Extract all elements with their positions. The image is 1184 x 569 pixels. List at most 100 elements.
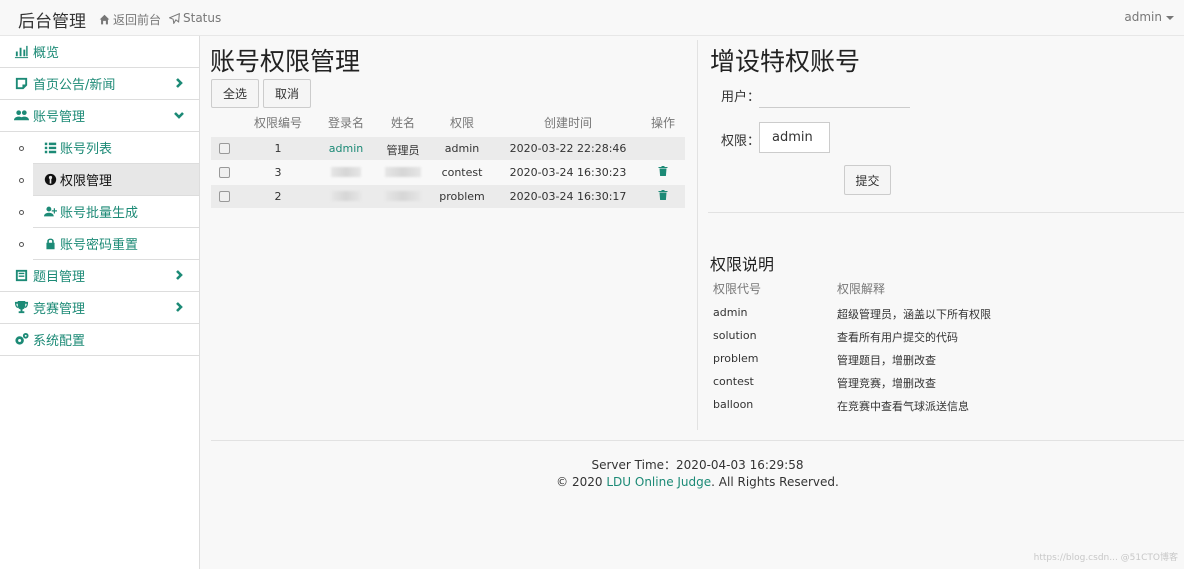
list-icon xyxy=(13,268,29,284)
column-header: 创建时间 xyxy=(543,116,593,130)
row-checkbox[interactable] xyxy=(219,143,230,154)
perm-table-row: admin 超级管理员，涵盖以下所有权限 xyxy=(713,306,1173,329)
home-icon xyxy=(99,14,110,25)
bar-chart-icon xyxy=(13,44,29,60)
sidebar-item-news[interactable]: 首页公告/新闻 xyxy=(0,68,199,100)
permission-field-label: 权限： xyxy=(721,134,761,149)
perm-table-header: 权限代号 权限解释 xyxy=(713,280,1173,303)
top-navbar: 后台管理 返回前台 Status admin xyxy=(0,0,1184,36)
brand-title[interactable]: 后台管理 xyxy=(18,7,86,32)
perm-table-row: problem 管理题目，增删改查 xyxy=(713,352,1173,375)
chevron-right-icon xyxy=(173,77,185,89)
lock-icon xyxy=(46,238,55,250)
sidebar-item-settings[interactable]: 系统配置 xyxy=(0,324,199,356)
oj-name-link[interactable]: LDU Online Judge xyxy=(606,475,711,489)
sidebar-subitem-permissions[interactable]: 权限管理 xyxy=(0,164,199,196)
perm-table-row: balloon 在竞赛中查看气球派送信息 xyxy=(713,398,1173,421)
permission-description-title: 权限说明 xyxy=(710,255,775,274)
user-field-label: 用户： xyxy=(721,90,761,105)
row-name: 管理员 xyxy=(386,144,420,157)
table-row: 1 admin 管理员 admin 2020-03-22 22:28:46 xyxy=(211,137,685,160)
sidebar-subitem-account-list[interactable]: 账号列表 xyxy=(0,132,199,164)
subitem-label: 账号批量生成 xyxy=(60,206,139,221)
caret-down-icon xyxy=(1166,16,1174,20)
gears-icon xyxy=(13,332,29,348)
table-header: 权限编号 登录名 姓名 权限 创建时间 操作 xyxy=(211,114,685,134)
bullet xyxy=(19,210,24,215)
users-icon xyxy=(13,108,29,124)
perm-code: contest xyxy=(713,375,754,388)
pane-divider xyxy=(697,40,698,430)
table-row: 2 problem 2020-03-24 16:30:17 xyxy=(211,185,685,208)
perm-desc: 在竞赛中查看气球派送信息 xyxy=(837,400,969,413)
row-created: 2020-03-24 16:30:17 xyxy=(509,190,627,203)
back-link-label: 返回前台 xyxy=(113,13,162,27)
perm-table-row: solution 查看所有用户提交的代码 xyxy=(713,329,1173,352)
add-privileged-account-title: 增设特权账号 xyxy=(710,47,861,76)
watermark: https://blog.csdn... @51CTO博客 xyxy=(1033,553,1178,563)
perm-table-row: contest 管理竞赛，增删改查 xyxy=(713,375,1173,398)
bullet xyxy=(19,178,24,183)
submit-button[interactable]: 提交 xyxy=(844,165,891,195)
bullet xyxy=(19,242,24,247)
perm-code: solution xyxy=(713,329,757,342)
status-link-label: Status xyxy=(183,11,222,25)
divider xyxy=(708,212,1184,213)
trash-icon[interactable] xyxy=(658,190,668,200)
column-header: 权限编号 xyxy=(253,116,303,130)
sidebar-item-label: 题目管理 xyxy=(33,270,86,285)
server-time: Server Time：2020-04-03 16:29:58 xyxy=(591,458,804,472)
sidebar-item-contests[interactable]: 竞赛管理 xyxy=(0,292,199,324)
row-checkbox[interactable] xyxy=(219,191,230,202)
sidebar-item-label: 概览 xyxy=(33,46,60,61)
copyright-suffix: . All Rights Reserved. xyxy=(711,475,839,489)
footer-divider xyxy=(211,440,1184,441)
perm-desc: 管理题目，增删改查 xyxy=(837,354,936,367)
sidebar-item-problems[interactable]: 题目管理 xyxy=(0,260,199,292)
user-dropdown[interactable]: admin xyxy=(1124,10,1174,24)
perm-code: balloon xyxy=(713,398,754,411)
sidebar: 概览 首页公告/新闻 账号管理 账号列表 权限管理 账号批量生成 账号密码重置 … xyxy=(0,36,200,569)
sidebar-item-label: 竞赛管理 xyxy=(33,302,86,317)
bullet xyxy=(19,146,24,151)
sidebar-item-overview[interactable]: 概览 xyxy=(0,36,199,68)
sidebar-subitem-batch-generate[interactable]: 账号批量生成 xyxy=(0,196,199,228)
subitem-label: 权限管理 xyxy=(60,174,113,189)
row-created: 2020-03-22 22:28:46 xyxy=(509,142,627,155)
perm-code: admin xyxy=(713,306,748,319)
chevron-right-icon xyxy=(173,301,185,313)
perm-code: problem xyxy=(713,352,759,365)
trophy-icon xyxy=(13,300,29,316)
row-permission: problem xyxy=(439,190,485,203)
paper-plane-icon xyxy=(169,12,180,24)
copyright: © 2020 LDU Online Judge. All Rights Rese… xyxy=(211,475,1184,489)
list-icon xyxy=(44,142,57,154)
row-id: 1 xyxy=(274,142,282,155)
trash-icon[interactable] xyxy=(658,166,668,176)
column-header: 权限 xyxy=(449,116,475,130)
copyright-prefix: © 2020 xyxy=(556,475,607,489)
sidebar-item-accounts[interactable]: 账号管理 xyxy=(0,100,199,132)
permission-select[interactable]: admin xyxy=(759,122,830,153)
row-checkbox[interactable] xyxy=(219,167,230,178)
sidebar-subitem-reset-password[interactable]: 账号密码重置 xyxy=(0,228,199,260)
row-login[interactable]: admin xyxy=(329,142,363,155)
perm-header-code: 权限代号 xyxy=(713,282,762,296)
cancel-button[interactable]: 取消 xyxy=(263,79,311,108)
perm-header-desc: 权限解释 xyxy=(837,282,886,296)
key-icon xyxy=(44,173,57,186)
column-header: 操作 xyxy=(650,116,676,130)
status-link[interactable]: Status xyxy=(169,11,221,25)
subitem-label: 账号列表 xyxy=(60,142,113,157)
row-id: 3 xyxy=(274,166,282,179)
user-input[interactable] xyxy=(759,82,910,108)
select-all-button[interactable]: 全选 xyxy=(211,79,259,108)
column-header: 姓名 xyxy=(390,116,416,130)
back-to-frontend-link[interactable]: 返回前台 xyxy=(99,11,161,28)
table-row: 3 contest 2020-03-24 16:30:23 xyxy=(211,161,685,184)
chevron-down-icon xyxy=(173,109,185,121)
subitem-label: 账号密码重置 xyxy=(60,238,139,253)
row-permission: contest xyxy=(441,166,483,179)
user-name: admin xyxy=(1124,10,1162,24)
chevron-right-icon xyxy=(173,269,185,281)
